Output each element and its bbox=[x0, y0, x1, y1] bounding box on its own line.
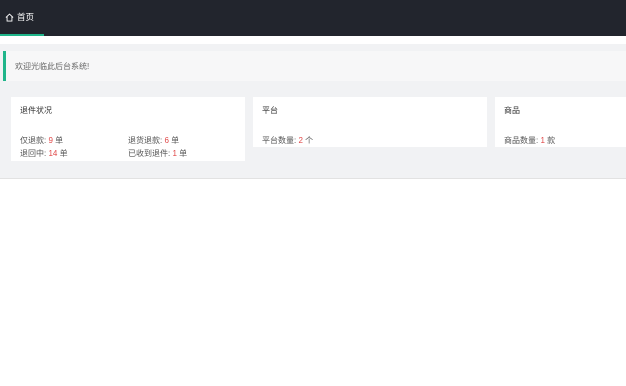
stat-received-returns: 已收到退件: 1 单 bbox=[128, 149, 188, 158]
welcome-notice: 欢迎光临此后台系统! bbox=[3, 51, 626, 81]
home-icon bbox=[5, 12, 14, 22]
stat-return-refund: 退货退款: 6 单 bbox=[128, 136, 180, 145]
returns-stats: 仅退款: 9 单 退货退款: 6 单 退回中: 14 单 已收到退件: 1 单 bbox=[20, 135, 236, 159]
tab-home-label: 首页 bbox=[17, 12, 35, 22]
stat-platform-count: 平台数量: 2 个 bbox=[262, 136, 314, 145]
card-title: 平台 bbox=[262, 106, 278, 115]
welcome-text: 欢迎光临此后台系统! bbox=[15, 61, 90, 71]
platform-card: 平台 平台数量: 2 个 bbox=[253, 97, 487, 147]
returns-card: 退件状况 仅退款: 9 单 退货退款: 6 单 退回中: 14 单 已收到退件:… bbox=[11, 97, 245, 161]
card-title: 退件状况 bbox=[20, 106, 52, 115]
stat-refund-only: 仅退款: 9 单 bbox=[20, 136, 64, 145]
dashboard-content: 欢迎光临此后台系统! 退件状况 仅退款: 9 单 退货退款: 6 单 退回中: … bbox=[0, 44, 626, 179]
goods-card: 商品 商品数量: 1 款 bbox=[495, 97, 626, 147]
stat-returning: 退回中: 14 单 bbox=[20, 149, 68, 158]
top-nav-bar: 首页 bbox=[0, 0, 626, 36]
card-title: 商品 bbox=[504, 106, 520, 115]
tab-home[interactable]: 首页 bbox=[0, 0, 44, 36]
stat-goods-count: 商品数量: 1 款 bbox=[504, 136, 556, 145]
